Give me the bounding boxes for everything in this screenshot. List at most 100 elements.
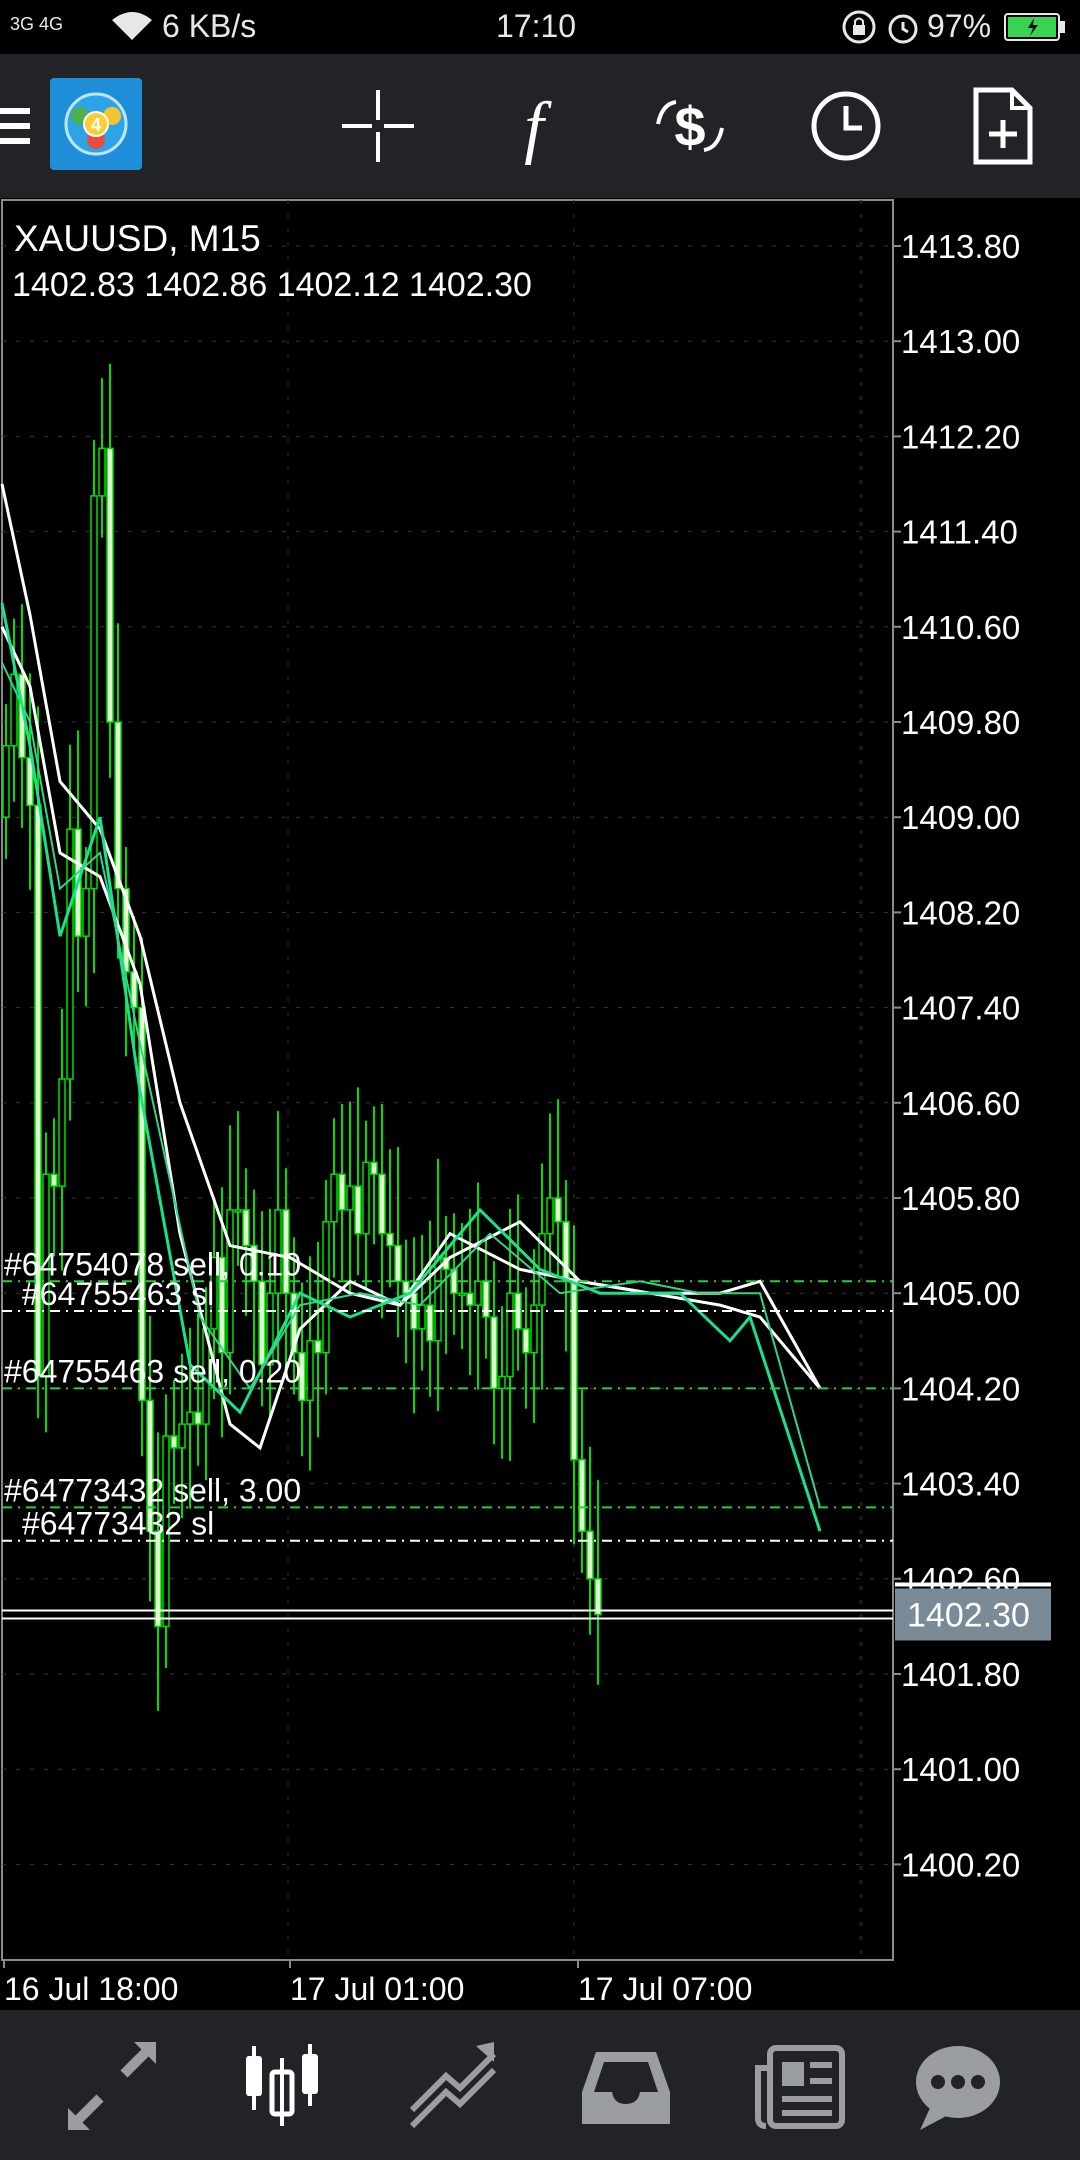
candle-body <box>314 1340 322 1354</box>
network-indicator: 3G 4G <box>10 14 64 34</box>
candle-body <box>178 1423 186 1449</box>
candle-body <box>498 1375 506 1390</box>
price-axis-label: 1400.20 <box>901 1846 1020 1883</box>
candle-body <box>98 447 106 497</box>
candle-body <box>322 1221 330 1354</box>
symbol-title: XAUUSD, M15 <box>14 218 261 259</box>
price-axis-label: 1409.80 <box>901 704 1020 741</box>
candle-body <box>242 1209 250 1247</box>
order-label: #64755463 sl <box>22 1276 214 1312</box>
candle-body <box>578 1459 586 1532</box>
time-axis-label: 16 Jul 18:00 <box>4 1971 178 2007</box>
clock-icon[interactable] <box>804 84 888 168</box>
clock-time: 17:10 <box>496 8 577 44</box>
chart-canvas[interactable]: 1413.80 1413.00 1412.20 1411.40 1410.60 1409.… <box>0 198 1080 2010</box>
crosshair-icon[interactable] <box>336 84 420 168</box>
current-price-label: 1402.30 <box>907 1597 1030 1635</box>
price-axis-label: 1409.00 <box>901 799 1020 836</box>
candle-body <box>522 1328 530 1354</box>
network-speed: 6 KB/s <box>162 8 257 44</box>
candle-body <box>562 1221 570 1283</box>
metatrader-logo[interactable]: 4 <box>50 78 142 170</box>
candle-body <box>490 1316 498 1390</box>
price-axis-label: 1405.00 <box>901 1275 1020 1312</box>
news-icon[interactable] <box>752 2038 848 2134</box>
candle-body <box>506 1292 514 1378</box>
svg-text:4: 4 <box>91 115 101 135</box>
price-axis-label: 1404.20 <box>901 1370 1020 1407</box>
candle-body <box>354 1185 362 1235</box>
price-axis-label: 1408.20 <box>901 894 1020 931</box>
price-axis-label: 1410.60 <box>901 609 1020 646</box>
price-axis-label: 1413.80 <box>901 228 1020 265</box>
messages-icon[interactable] <box>910 2038 1006 2134</box>
candle-body <box>546 1197 554 1235</box>
candle-body <box>330 1173 338 1223</box>
toolbar: 4 f $ <box>0 54 1080 198</box>
candle-body <box>378 1173 386 1235</box>
candle-body <box>394 1244 402 1283</box>
candle-body <box>306 1340 314 1402</box>
candle-body <box>386 1232 394 1247</box>
trade-dollar-icon[interactable]: $ <box>648 84 732 168</box>
price-chart[interactable]: 1413.80 1413.00 1412.20 1411.40 1410.60 1409.… <box>0 198 1080 2010</box>
candle-body <box>82 887 90 937</box>
order-label: #64773432 sell, 3.00 <box>4 1472 301 1508</box>
candle-body <box>570 1280 578 1461</box>
battery-icon <box>1004 13 1065 41</box>
candle-body <box>554 1197 562 1223</box>
quotes-icon[interactable] <box>64 2038 160 2134</box>
alarm-icon <box>888 14 918 44</box>
price-axis-label: 1407.40 <box>901 990 1020 1027</box>
price-axis-label: 1403.40 <box>901 1466 1020 1503</box>
candle-body <box>586 1530 594 1580</box>
candle-body <box>50 1173 58 1187</box>
wifi-icon <box>112 12 152 40</box>
price-axis-label: 1411.40 <box>901 514 1018 551</box>
candle-body <box>194 1411 202 1425</box>
battery-percent: 97% <box>927 8 992 44</box>
candle-body <box>362 1161 370 1235</box>
time-axis-label: 17 Jul 07:00 <box>578 1971 752 2007</box>
candle-body <box>106 447 114 723</box>
candle-body <box>338 1173 346 1211</box>
function-icon[interactable]: f <box>492 84 576 168</box>
candle-body <box>370 1161 378 1175</box>
new-document-icon[interactable] <box>960 84 1044 168</box>
candle-body <box>114 721 122 890</box>
candle-body <box>234 1209 242 1213</box>
chart-icon[interactable] <box>234 2038 330 2134</box>
svg-text:$: $ <box>674 95 705 158</box>
order-label: #64755463 sell, 0.20 <box>4 1353 301 1389</box>
price-axis-label: 1405.80 <box>901 1180 1020 1217</box>
price-axis-label: 1413.00 <box>901 323 1020 360</box>
svg-text:f: f <box>524 89 552 166</box>
status-bar: 3G 4G 6 KB/s 17:10 97% <box>0 0 1080 54</box>
trade-icon[interactable] <box>406 2038 502 2134</box>
candle-body <box>530 1304 538 1354</box>
candle-body <box>346 1185 354 1211</box>
candle-body <box>186 1411 194 1425</box>
ohlc-values: 1402.83 1402.86 1402.12 1402.30 <box>12 266 532 304</box>
candle-body <box>594 1578 602 1616</box>
lock-rotation-icon <box>842 10 876 44</box>
price-axis-label: 1401.80 <box>901 1656 1020 1693</box>
candle-body <box>170 1435 178 1449</box>
candle-body <box>2 745 10 818</box>
candle-body <box>154 1530 162 1628</box>
price-axis-label: 1401.00 <box>901 1751 1020 1788</box>
candle-body <box>466 1292 474 1306</box>
candle-body <box>418 1304 426 1330</box>
price-axis-label: 1406.60 <box>901 1085 1020 1122</box>
candle-body <box>58 1078 66 1187</box>
order-label: #64773432 sl <box>22 1506 214 1542</box>
menu-icon[interactable] <box>0 106 30 146</box>
candle-body <box>66 828 74 1080</box>
candle-body <box>474 1280 482 1306</box>
bottom-navigation <box>0 2010 1080 2160</box>
candle-body <box>258 1280 266 1366</box>
time-axis-label: 17 Jul 01:00 <box>290 1971 464 2007</box>
history-icon[interactable] <box>578 2038 674 2134</box>
price-axis-label: 1412.20 <box>901 418 1020 455</box>
plot-frame <box>1 199 894 1961</box>
